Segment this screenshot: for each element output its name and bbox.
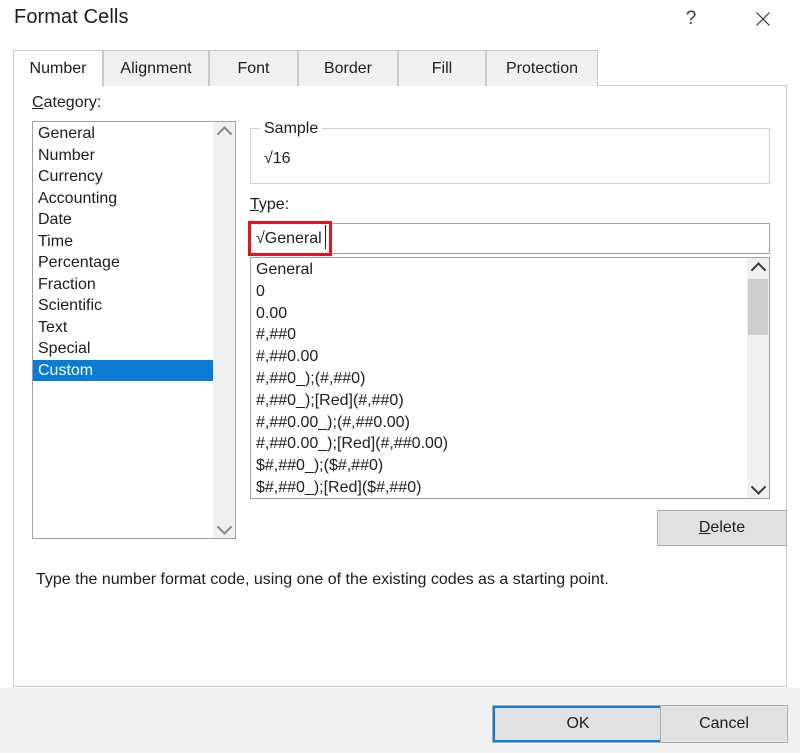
category-label-rest: ategory: xyxy=(43,94,102,111)
category-items: General Number Currency Accounting Date … xyxy=(33,122,213,538)
category-accel: C xyxy=(32,94,44,111)
delete-button[interactable]: Delete xyxy=(657,510,787,546)
type-item[interactable]: #,##0_);[Red](#,##0) xyxy=(251,390,747,412)
tab-label: Number xyxy=(29,60,87,77)
type-item[interactable]: #,##0.00 xyxy=(251,346,747,368)
chevron-up-icon[interactable] xyxy=(747,258,769,278)
type-item[interactable]: $#,##0_);[Red]($#,##0) xyxy=(251,477,747,498)
type-item[interactable]: #,##0_);(#,##0) xyxy=(251,368,747,390)
chevron-down-icon[interactable] xyxy=(747,478,769,498)
chevron-down-icon[interactable] xyxy=(213,518,235,538)
ok-button-label: OK xyxy=(566,715,590,732)
type-label: Type: xyxy=(250,196,289,214)
category-listbox[interactable]: General Number Currency Accounting Date … xyxy=(32,121,236,539)
text-caret xyxy=(325,225,326,249)
tab-border[interactable]: Border xyxy=(298,50,398,86)
category-item-general[interactable]: General xyxy=(33,123,213,145)
type-input[interactable] xyxy=(250,223,770,254)
help-icon[interactable]: ? xyxy=(668,2,714,36)
type-item[interactable]: 0 xyxy=(251,281,747,303)
type-item[interactable]: 0.00 xyxy=(251,303,747,325)
tab-protection[interactable]: Protection xyxy=(486,50,598,86)
category-item-number[interactable]: Number xyxy=(33,145,213,167)
delete-button-label: Delete xyxy=(699,519,745,537)
category-item-date[interactable]: Date xyxy=(33,209,213,231)
tab-label: Border xyxy=(323,59,373,77)
title-bar: Format Cells ? xyxy=(0,0,800,40)
type-input-wrapper xyxy=(250,223,770,254)
cancel-button[interactable]: Cancel xyxy=(660,705,788,743)
tab-label: Protection xyxy=(505,59,579,77)
sample-value: √16 xyxy=(264,150,291,167)
type-items: General 0 0.00 #,##0 #,##0.00 #,##0_);(#… xyxy=(251,258,747,498)
sample-group xyxy=(250,128,770,184)
tab-strip: Number Alignment Font Border Fill Protec… xyxy=(13,50,787,87)
category-label: Category: xyxy=(32,94,101,112)
tab-alignment[interactable]: Alignment xyxy=(103,50,209,86)
type-item[interactable]: #,##0.00_);(#,##0.00) xyxy=(251,412,747,434)
type-item[interactable]: #,##0 xyxy=(251,324,747,346)
category-item-percentage[interactable]: Percentage xyxy=(33,252,213,274)
page-title: Format Cells xyxy=(14,6,129,28)
tab-fill[interactable]: Fill xyxy=(398,50,486,86)
tab-label: Font xyxy=(237,59,270,77)
type-listbox[interactable]: General 0 0.00 #,##0 #,##0.00 #,##0_);(#… xyxy=(250,257,770,499)
sample-legend: Sample xyxy=(260,120,323,138)
category-item-special[interactable]: Special xyxy=(33,338,213,360)
type-item[interactable]: $#,##0_);($#,##0) xyxy=(251,455,747,477)
number-tab-panel: Category: General Number Currency Accoun… xyxy=(13,86,787,687)
category-item-accounting[interactable]: Accounting xyxy=(33,188,213,210)
tab-label: Fill xyxy=(431,59,453,77)
category-item-custom[interactable]: Custom xyxy=(33,359,213,381)
tab-font[interactable]: Font xyxy=(209,50,298,86)
type-accel: T xyxy=(250,196,259,213)
close-icon[interactable] xyxy=(740,2,786,36)
category-scrollbar[interactable] xyxy=(213,122,235,538)
delete-accel: D xyxy=(698,519,711,536)
dialog-footer: OK Cancel xyxy=(0,688,800,753)
scrollbar-thumb[interactable] xyxy=(748,279,768,335)
ok-button[interactable]: OK xyxy=(492,705,664,743)
category-item-fraction[interactable]: Fraction xyxy=(33,274,213,296)
category-item-time[interactable]: Time xyxy=(33,231,213,253)
type-item[interactable]: #,##0.00_);[Red](#,##0.00) xyxy=(251,433,747,455)
cancel-button-label: Cancel xyxy=(699,715,749,732)
category-item-scientific[interactable]: Scientific xyxy=(33,295,213,317)
type-label-rest: ype: xyxy=(258,196,290,213)
category-item-currency[interactable]: Currency xyxy=(33,166,213,188)
type-item[interactable]: General xyxy=(251,259,747,281)
description-text: Type the number format code, using one o… xyxy=(36,571,609,588)
delete-label-rest: elete xyxy=(710,519,746,536)
chevron-up-icon[interactable] xyxy=(213,122,235,142)
type-scrollbar[interactable] xyxy=(747,258,769,498)
category-item-text[interactable]: Text xyxy=(33,317,213,339)
tab-number[interactable]: Number xyxy=(13,50,103,87)
tab-label: Alignment xyxy=(120,59,192,77)
